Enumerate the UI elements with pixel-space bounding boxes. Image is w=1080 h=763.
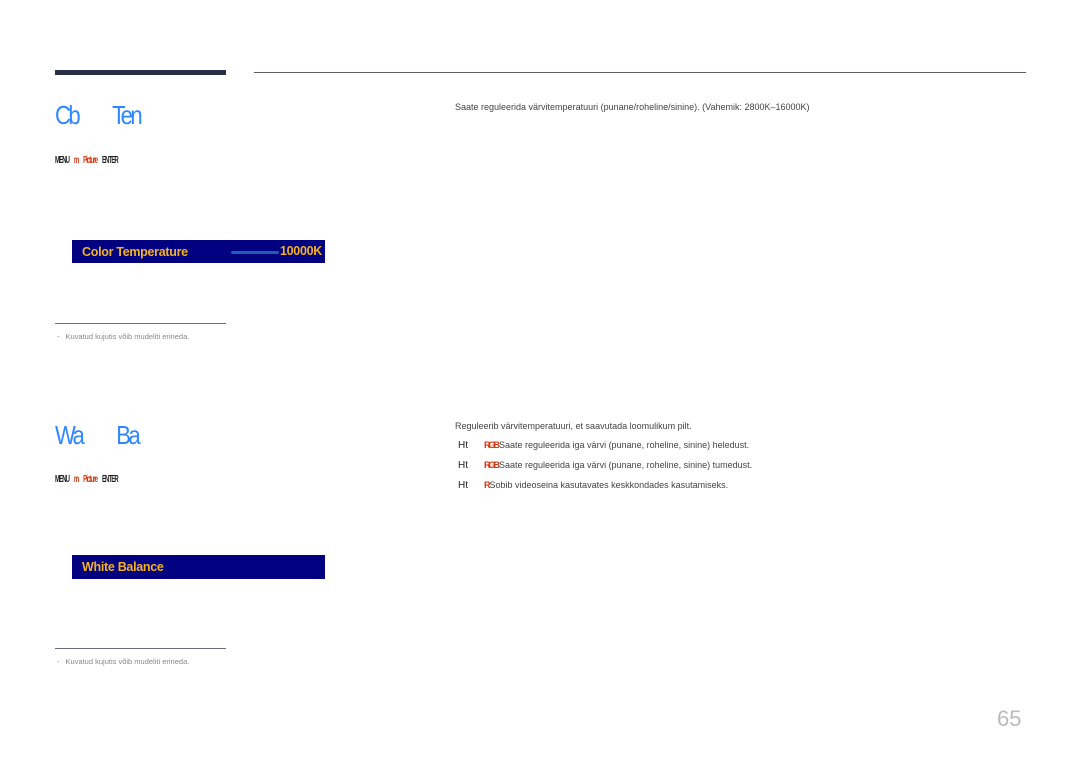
r-glyph-icon: R: [484, 480, 490, 490]
color-temperature-description: Saate reguleerida värvitemperatuuri (pun…: [455, 102, 810, 112]
bullet-text: Saate reguleerida iga värvi (punane, roh…: [499, 440, 750, 450]
menu-path-part: ENTER: [101, 155, 119, 166]
bullet-marker: Ht: [458, 480, 468, 491]
bullet-item: Ht RSobib videoseina kasutavates keskkond…: [458, 480, 728, 491]
header-rule: [254, 72, 1026, 73]
menu-path-part: Picture: [83, 155, 98, 166]
menu-path: MENU m Picture ENTER: [55, 474, 123, 485]
rgb-glyph-icon: RGB: [484, 460, 500, 470]
header-accent-bar: [55, 70, 226, 75]
menu-path-part: m: [73, 474, 79, 485]
rgb-glyph-icon: RGB: [484, 440, 500, 450]
osd-label: Color Temperature: [82, 244, 188, 259]
title-part: Ba: [116, 420, 140, 450]
osd-slider-bar: [231, 251, 279, 254]
bullet-text: Sobib videoseina kasutavates keskkondade…: [489, 480, 729, 490]
bullet-marker: Ht: [458, 460, 468, 471]
note-divider: [55, 323, 226, 324]
osd-label: White Balance: [82, 560, 164, 574]
title-part: Cb: [55, 100, 81, 130]
image-note: - Kuvatud kujutis võib mudeliti erineda.: [57, 332, 189, 341]
menu-path-part: MENU: [55, 155, 70, 166]
note-dash: -: [57, 657, 60, 666]
bullet-item: Ht RGBSaate reguleerida iga värvi (punane…: [458, 460, 752, 471]
bullet-marker: Ht: [458, 440, 468, 451]
osd-value: 10000K: [280, 244, 322, 258]
menu-path-part: Picture: [83, 474, 98, 485]
note-divider: [55, 648, 226, 649]
menu-path: MENU m Picture ENTER: [55, 155, 123, 166]
osd-white-balance: White Balance: [72, 555, 325, 579]
bullet-item: Ht RGBSaate reguleerida iga värvi (punane…: [458, 440, 749, 451]
menu-path-part: m: [73, 155, 79, 166]
note-text: Kuvatud kujutis võib mudeliti erineda.: [65, 657, 190, 666]
title-part: Ten: [112, 100, 143, 130]
note-dash: -: [57, 332, 60, 341]
menu-path-part: ENTER: [101, 474, 119, 485]
note-text: Kuvatud kujutis võib mudeliti erineda.: [65, 332, 190, 341]
white-balance-description: Reguleerib värvitemperatuuri, et saavuta…: [455, 421, 692, 431]
title-part: Wa: [55, 420, 85, 450]
bullet-text: Saate reguleerida iga värvi (punane, roh…: [499, 460, 753, 470]
osd-color-temperature: Color Temperature 10000K: [72, 240, 325, 263]
page-number: 65: [997, 706, 1022, 731]
section-title-white-balance: Wa Ba: [55, 420, 172, 451]
menu-path-part: MENU: [55, 474, 70, 485]
section-title-color-temperature: Cb Ten: [55, 100, 174, 131]
image-note: - Kuvatud kujutis võib mudeliti erineda.: [57, 657, 189, 666]
